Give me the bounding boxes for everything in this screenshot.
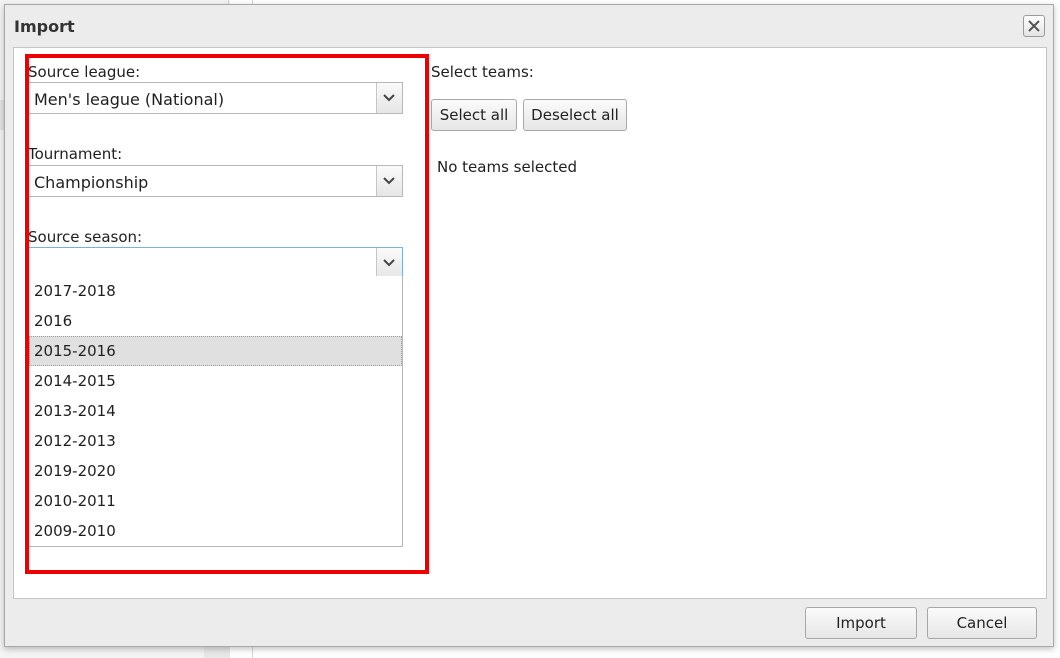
highlight-box: [25, 54, 429, 574]
select-teams-label: Select teams:: [431, 63, 534, 81]
teams-empty-text: No teams selected: [437, 158, 577, 176]
select-all-button[interactable]: Select all: [431, 99, 517, 131]
cancel-button[interactable]: Cancel: [927, 607, 1037, 639]
dialog-body: Source league: Men's league (National) T…: [13, 47, 1047, 599]
close-icon: [1028, 20, 1040, 32]
deselect-all-button[interactable]: Deselect all: [523, 99, 627, 131]
dialog-title: Import: [14, 17, 75, 36]
close-button[interactable]: [1023, 15, 1045, 37]
import-button[interactable]: Import: [805, 607, 917, 639]
import-dialog: Import Source league: Men's league (Nati…: [4, 4, 1054, 647]
